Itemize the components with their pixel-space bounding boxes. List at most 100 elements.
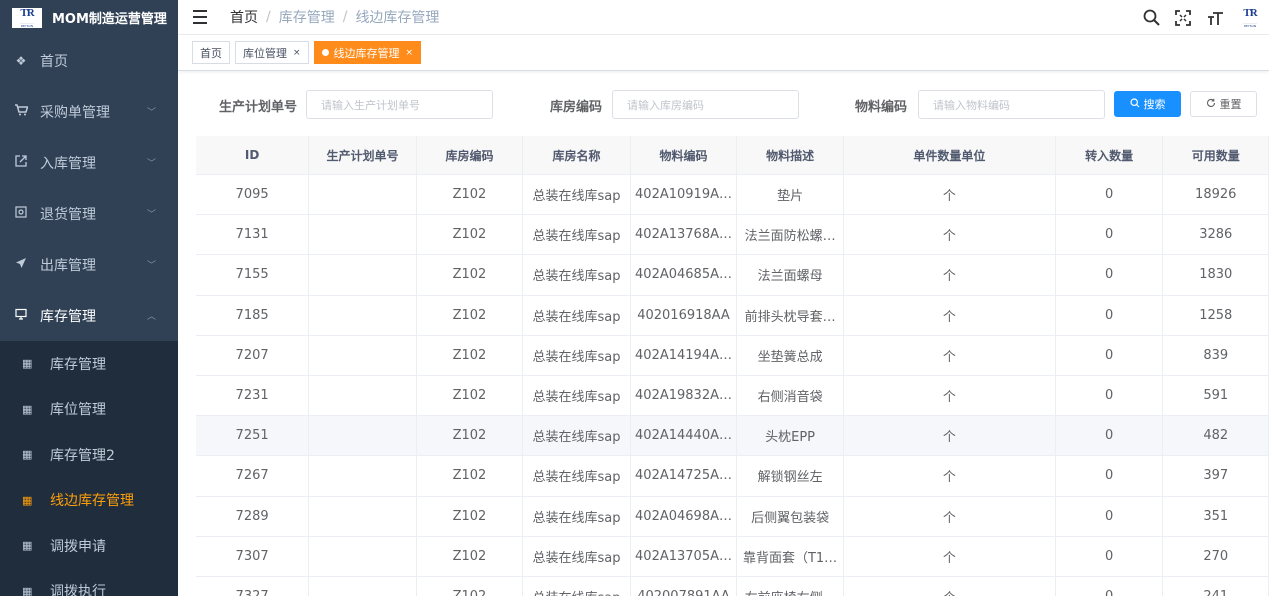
breadcrumb: 首页 / 库存管理 / 线边库存管理 [230, 7, 439, 27]
plan-input[interactable]: 请输入生产计划单号 [306, 90, 493, 119]
logo-text: TR [1243, 7, 1258, 24]
cell-available-qty: 18926 [1163, 175, 1269, 215]
cell-plan-no [309, 255, 417, 295]
cell-material-desc: 法兰面螺母 [737, 255, 844, 295]
cell-unit: 个 [844, 496, 1056, 536]
cell-id: 7231 [196, 375, 310, 416]
sidebar-item-inventory[interactable]: 库存管理 ︿ [0, 290, 178, 341]
table-row[interactable]: 7307 Z102 总装在线库sap 402A13705A… 靠背面套（T1… 个 0 270 [196, 536, 1269, 577]
cart-icon [14, 104, 29, 119]
sidebar-item-outbound[interactable]: 出库管理 ﹀ [0, 239, 178, 290]
column-header[interactable]: 转入数量 [1056, 136, 1164, 174]
sidebar-subitem-location[interactable]: ▦ 库位管理 [0, 387, 178, 433]
sidebar-item-return[interactable]: 退货管理 ﹀ [0, 188, 178, 239]
table-row[interactable]: 7207 Z102 总装在线库sap 402A14194A… 坐垫簧总成个 0 839 [196, 335, 1269, 376]
cell-unit: 个 [844, 375, 1056, 416]
chevron-down-icon: ﹀ [146, 210, 156, 220]
cell-id: 7155 [196, 255, 310, 295]
close-icon[interactable]: × [406, 48, 414, 58]
hamburger-icon[interactable] [193, 10, 207, 24]
breadcrumb-separator: / [266, 9, 271, 25]
table-row[interactable]: 7185 Z102 总装在线库sap 402016918AA 前排头枕导套… 个 0 1258 [196, 295, 1269, 336]
cell-transfer-qty: 0 [1056, 456, 1164, 496]
cell-warehouse-name: 总装在线库sap [523, 255, 631, 295]
sidebar-subitem-transfer-request[interactable]: ▦ 调拨申请 [0, 523, 178, 569]
sidebar-item-label: 入库管理 [40, 155, 96, 172]
cell-warehouse-name: 总装在线库sap [523, 335, 631, 375]
cell-material-desc: 头枕EPP [737, 416, 844, 456]
cell-material-desc: 法兰面防松螺… [737, 215, 844, 255]
cell-unit: 个 [844, 335, 1056, 375]
brand-logo: TR REYSUN [1235, 7, 1265, 28]
sidebar-subitem-label: 库存管理2 [50, 447, 115, 464]
cell-plan-no [309, 215, 417, 255]
tag-lineside[interactable]: 线边库存管理 × [313, 41, 422, 64]
cell-unit: 个 [844, 416, 1056, 456]
warehouse-input[interactable]: 请输入库房编码 [612, 90, 799, 119]
cell-warehouse-name: 总装在线库sap [523, 536, 631, 576]
table-row[interactable]: 7289 Z102 总装在线库sap 402A04698A… 后侧翼包装袋个 0 351 [196, 496, 1269, 537]
cell-warehouse-code: Z102 [417, 536, 524, 576]
table-row[interactable]: 7131 Z102 总装在线库sap 402A13768A… 法兰面防松螺… 个 0 3286 [196, 215, 1269, 256]
table-row[interactable]: 7155 Z102 总装在线库sap 402A04685A… 法兰面螺母个 0 1830 [196, 255, 1269, 296]
cell-material-code: 402A14725A… [631, 456, 738, 496]
table-header: ID 生产计划单号 库房编码 库房名称 物料编码 物料描述 单件数量单位 转入数… [196, 136, 1269, 175]
chevron-down-icon: ﹀ [146, 108, 156, 118]
column-header[interactable]: 物料编码 [631, 136, 738, 174]
table-row[interactable]: 7327 Z102总装在线库sap402007891AA右前座椅右侧…个0241 [196, 576, 1269, 596]
cell-material-code: 402A19832A… [631, 375, 738, 416]
column-header[interactable]: 生产计划单号 [309, 136, 417, 174]
cell-warehouse-name: 总装在线库sap [523, 496, 631, 536]
cell-available-qty: 351 [1163, 496, 1269, 536]
search-icon [1129, 97, 1140, 111]
cell-available-qty: 591 [1163, 375, 1269, 416]
column-header[interactable]: 可用数量 [1163, 136, 1269, 174]
cell-warehouse-name: 总装在线库sap [523, 295, 631, 335]
cell-available-qty: 1258 [1163, 295, 1269, 335]
sidebar-item-label: 首页 [40, 53, 68, 70]
search-icon[interactable] [1135, 9, 1167, 26]
logo-subtext: REYSUN [20, 23, 34, 28]
column-header[interactable]: 物料描述 [737, 136, 844, 174]
cell-warehouse-code: Z102 [417, 255, 524, 295]
column-header[interactable]: 单件数量单位 [844, 136, 1056, 174]
cell-id: 7267 [196, 456, 310, 496]
table-row[interactable]: 7267 Z102 总装在线库sap 402A14725A… 解锁钢丝左个 0 397 [196, 456, 1269, 497]
table-row[interactable]: 7251 Z102 总装在线库sap 402A14440A… 头枕EPP 个 0 482 [196, 416, 1269, 457]
cell-id: 7131 [196, 215, 310, 255]
close-icon[interactable]: × [293, 48, 301, 58]
tag-home[interactable]: 首页 [192, 41, 230, 64]
sidebar-subitem-lineside[interactable]: ▦ 线边库存管理 [0, 478, 178, 524]
sidebar-item-purchase[interactable]: 采购单管理 ﹀ [0, 86, 178, 137]
breadcrumb-home[interactable]: 首页 [230, 7, 258, 27]
cell-unit: 个 [844, 576, 1056, 596]
sidebar-subitem-label: 库存管理 [50, 356, 106, 373]
sidebar-item-label: 采购单管理 [40, 104, 110, 121]
grid-icon: ▦ [22, 402, 33, 416]
material-input[interactable]: 请输入物料编码 [918, 90, 1105, 119]
cell-warehouse-code: Z102 [417, 215, 524, 255]
table-row[interactable]: 7095 Z102 总装在线库sap 402A10919A… 垫片个 0 18926 [196, 175, 1269, 216]
sidebar-subitem-inventory2[interactable]: ▦ 库存管理2 [0, 432, 178, 478]
column-header[interactable]: 库房名称 [523, 136, 631, 174]
sidebar-item-home[interactable]: ❖ 首页 [0, 35, 178, 86]
sidebar-subitem-inventory[interactable]: ▦ 库存管理 [0, 341, 178, 387]
column-header[interactable]: ID [196, 136, 310, 174]
cell-available-qty: 839 [1163, 335, 1269, 375]
cell-plan-no [309, 335, 417, 375]
tag-location[interactable]: 库位管理 × [235, 41, 309, 64]
brand[interactable]: TR REYSUN MOM制造运营管理 [0, 0, 178, 35]
cell-material-desc: 前排头枕导套… [737, 295, 844, 335]
sidebar-item-inbound[interactable]: 入库管理 ﹀ [0, 137, 178, 188]
cell-warehouse-name: 总装在线库sap [523, 456, 631, 496]
font-size-icon[interactable] [1199, 9, 1231, 26]
cell-material-desc: 坐垫簧总成 [737, 335, 844, 375]
column-header[interactable]: 库房编码 [417, 136, 524, 174]
cell-transfer-qty: 0 [1056, 536, 1164, 576]
search-button[interactable]: 搜索 [1114, 91, 1181, 117]
grid-icon: ▦ [22, 448, 33, 462]
fullscreen-icon[interactable] [1167, 9, 1199, 26]
reset-button[interactable]: 重置 [1190, 91, 1257, 117]
table-row[interactable]: 7231 Z102 总装在线库sap 402A19832A… 右侧消音袋个 0 591 [196, 375, 1269, 417]
sidebar-subitem-transfer-exec[interactable]: ▦ 调拨执行 [0, 569, 178, 596]
